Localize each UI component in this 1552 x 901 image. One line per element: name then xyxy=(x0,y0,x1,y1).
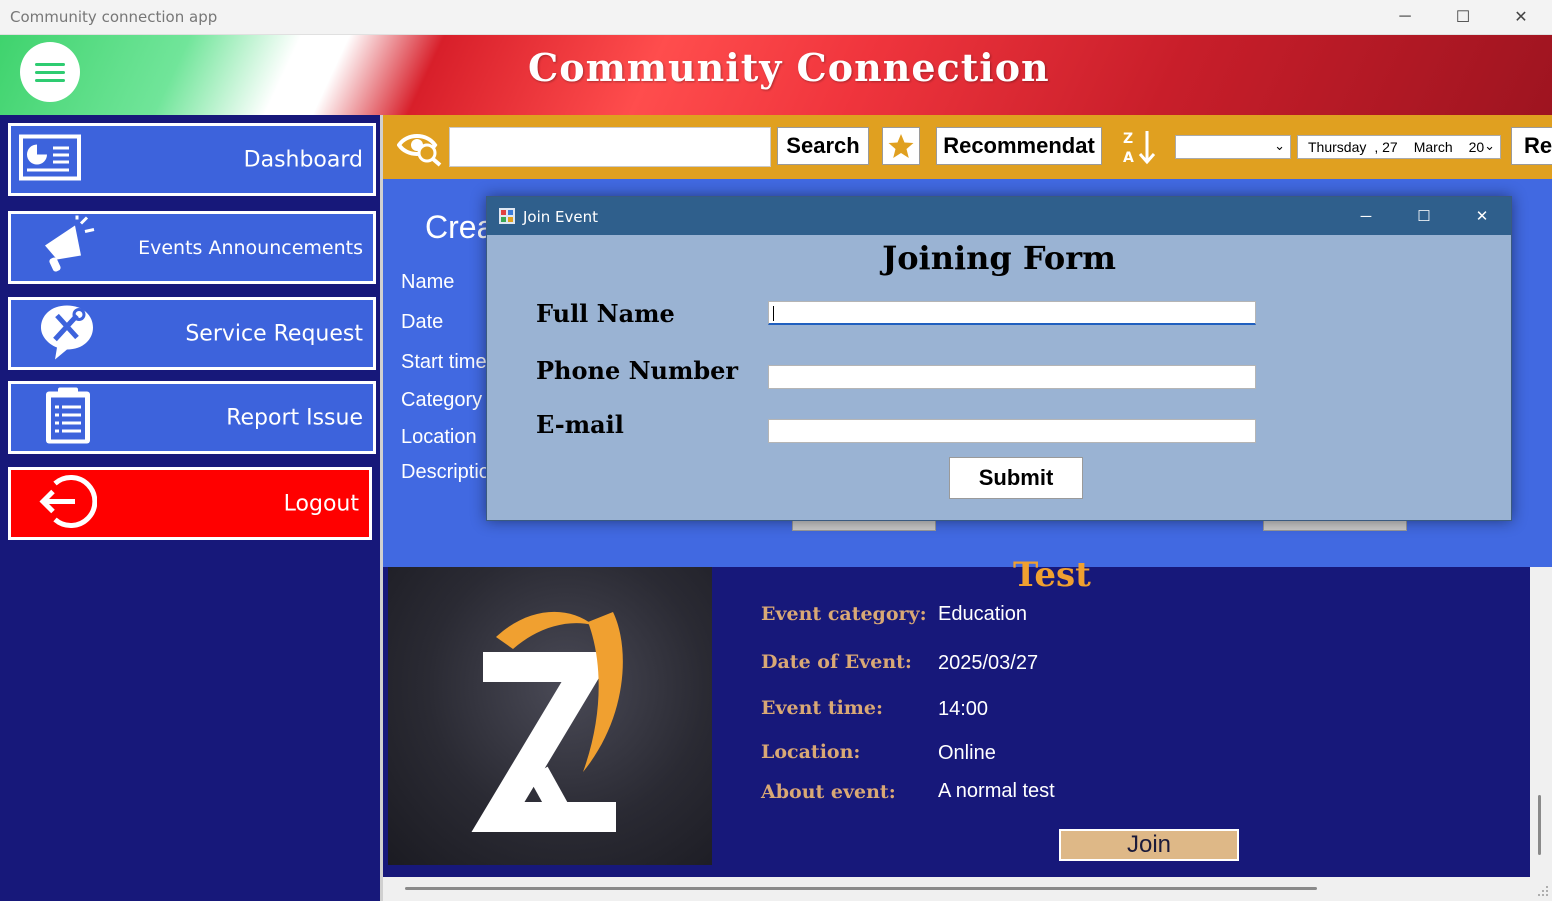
favorites-button[interactable] xyxy=(882,127,920,165)
event-date-label: Date of Event: xyxy=(761,651,912,673)
event-card: Test Event category: Education Date of E… xyxy=(380,555,1530,877)
location-label: Location xyxy=(401,426,477,448)
date-weekday: Thursday xyxy=(1308,139,1367,155)
event-location-value: Online xyxy=(938,742,996,764)
date-picker[interactable]: Thursday , 27 March 20 ⌄ xyxy=(1297,135,1501,159)
sidebar-item-logout[interactable]: Logout xyxy=(8,467,372,540)
vertical-scrollbar[interactable] xyxy=(1530,567,1552,877)
megaphone-icon xyxy=(37,215,97,280)
phone-number-input[interactable] xyxy=(768,365,1256,389)
name-label: Name xyxy=(401,271,455,293)
svg-text:A: A xyxy=(1123,150,1134,165)
sidebar-item-service-request[interactable]: Service Request xyxy=(8,297,376,370)
window-maximize-button[interactable]: ☐ xyxy=(1434,0,1492,34)
date-day: , 27 xyxy=(1374,139,1398,155)
text-caret xyxy=(773,306,774,321)
description-label: Descriptio xyxy=(401,461,490,483)
join-event-dialog: Join Event ─ ☐ ✕ Joining Form Full Name … xyxy=(486,196,1512,521)
submit-button[interactable]: Submit xyxy=(949,457,1083,499)
window-title: Community connection app xyxy=(10,8,218,26)
clipboard-icon xyxy=(43,385,93,450)
window-titlebar: Community connection app ─ ☐ ✕ xyxy=(0,0,1552,35)
full-name-label: Full Name xyxy=(536,299,675,328)
sidebar-item-label: Logout xyxy=(283,491,359,516)
chevron-down-icon: ⌄ xyxy=(1484,138,1495,153)
event-category-label: Event category: xyxy=(761,603,927,625)
event-image xyxy=(388,567,712,865)
event-category-value: Education xyxy=(938,603,1027,625)
sort-z-a-icon[interactable]: Z A xyxy=(1121,129,1157,170)
category-label: Category xyxy=(401,389,483,411)
window-minimize-button[interactable]: ─ xyxy=(1376,0,1434,34)
dialog-close-button[interactable]: ✕ xyxy=(1453,197,1511,235)
app-title: Community Connection xyxy=(528,45,1050,90)
date-month: March xyxy=(1413,139,1453,155)
date-year: 20 xyxy=(1468,139,1485,155)
create-panel-title: Crea xyxy=(425,209,495,245)
dialog-minimize-button[interactable]: ─ xyxy=(1337,197,1395,235)
refresh-button[interactable]: Re xyxy=(1511,127,1552,165)
dialog-maximize-button[interactable]: ☐ xyxy=(1395,197,1453,235)
star-icon xyxy=(888,134,914,158)
resize-grip-icon[interactable] xyxy=(1536,884,1550,898)
email-input[interactable] xyxy=(768,419,1256,443)
window-app-icon xyxy=(499,208,515,224)
horizontal-scroll-thumb[interactable] xyxy=(405,887,1317,890)
phone-number-label: Phone Number xyxy=(536,356,739,385)
dialog-title: Join Event xyxy=(523,208,599,226)
search-button[interactable]: Search xyxy=(777,127,869,165)
event-location-label: Location: xyxy=(761,741,861,763)
z-logo-icon xyxy=(471,611,623,832)
category-filter-select[interactable]: ⌄ xyxy=(1175,135,1291,159)
app-window: Community connection app ─ ☐ ✕ Community… xyxy=(0,0,1552,901)
sidebar-item-label: Events Announcements xyxy=(138,236,363,259)
header-banner: Community Connection xyxy=(0,35,1552,115)
chevron-down-icon: ⌄ xyxy=(1274,138,1285,153)
search-eye-icon xyxy=(396,127,443,172)
tools-icon xyxy=(37,301,97,366)
full-name-input[interactable] xyxy=(768,301,1256,325)
window-close-button[interactable]: ✕ xyxy=(1492,0,1550,34)
join-event-button[interactable]: Join xyxy=(1059,829,1239,861)
form-heading: Joining Form xyxy=(882,239,1116,277)
sidebar-item-label: Service Request xyxy=(185,321,363,346)
search-input[interactable] xyxy=(449,127,771,167)
sidebar: Dashboard Events Announcements Service R… xyxy=(0,115,380,901)
logout-icon xyxy=(37,471,98,536)
sidebar-item-report-issue[interactable]: Report Issue xyxy=(8,381,376,454)
dialog-titlebar: Join Event ─ ☐ ✕ xyxy=(487,197,1511,235)
start-time-label: Start time xyxy=(401,351,487,373)
date-label: Date xyxy=(401,311,444,333)
event-about-value: A normal test xyxy=(938,780,1055,802)
email-label: E-mail xyxy=(536,410,624,439)
sidebar-item-dashboard[interactable]: Dashboard xyxy=(8,123,376,196)
hamburger-icon xyxy=(35,63,65,82)
event-about-label: About event: xyxy=(761,781,896,803)
event-date-value: 2025/03/27 xyxy=(938,652,1039,674)
search-toolbar: Search Recommendat Z A ⌄ Thursday , 27 M… xyxy=(380,115,1552,179)
hamburger-menu-button[interactable] xyxy=(20,42,80,102)
svg-text:Z: Z xyxy=(1123,131,1133,147)
sidebar-item-events-announcements[interactable]: Events Announcements xyxy=(8,211,376,284)
event-time-label: Event time: xyxy=(761,697,884,719)
sidebar-item-label: Report Issue xyxy=(226,405,363,430)
horizontal-scrollbar[interactable] xyxy=(380,877,1552,901)
vertical-scroll-thumb[interactable] xyxy=(1538,795,1541,855)
sidebar-item-label: Dashboard xyxy=(243,147,363,172)
event-time-value: 14:00 xyxy=(938,698,989,720)
dashboard-chart-icon xyxy=(17,132,83,187)
event-title: Test xyxy=(1013,555,1091,595)
recommendations-button[interactable]: Recommendat xyxy=(936,127,1102,165)
